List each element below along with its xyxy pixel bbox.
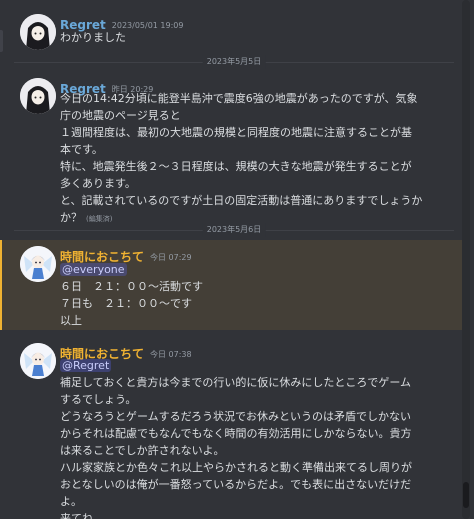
date-divider: 2023年5月6日	[14, 223, 454, 237]
message-line: 多くあります。	[60, 177, 136, 190]
message-line: ６日 ２１：００～活動です	[60, 280, 203, 293]
message-line: するでしょう。	[60, 393, 137, 406]
edited-label: (編集済)	[86, 215, 113, 223]
message-line: は来ることでしか許されないよ。	[60, 444, 225, 457]
avatar-fairy-icon	[20, 246, 56, 282]
message-line: １週間程度は、最初の大地震の規模と同程度の地震に注意することが基	[60, 126, 412, 139]
message-line: 以上	[60, 314, 82, 327]
avatar-regret[interactable]	[20, 78, 56, 114]
avatar-anime-girl-icon	[20, 78, 56, 114]
message-line: 来てね。	[60, 512, 104, 519]
scrollbar-thumb[interactable]	[463, 482, 469, 508]
message-line: @everyone	[60, 261, 460, 278]
avatar-anime-girl-icon	[20, 14, 56, 50]
avatar-regret[interactable]	[20, 14, 56, 50]
date-divider: 2023年5月5日	[14, 55, 454, 69]
message-line: 本です。	[60, 143, 103, 156]
scrollbar-track[interactable]	[462, 0, 470, 519]
avatar-fairy-icon	[20, 343, 56, 379]
message-4[interactable]: 時間におこちて 今日 07:38 @Regret 補足しておくと貴方は今までの行い…	[0, 343, 462, 519]
message-line: ７日も ２１：００～です	[60, 297, 192, 310]
message-content: わかりました	[60, 29, 460, 46]
message-line: おとなしいのは俺が一番怒っているからだよ。でも表に出さないだけだ	[60, 478, 412, 491]
date-divider-label: 2023年5月6日	[202, 223, 266, 237]
date-divider-label: 2023年5月5日	[202, 55, 266, 69]
mention-regret[interactable]: @Regret	[60, 359, 112, 372]
message-content: @Regret 補足しておくと貴方は今までの行い的に仮に休みにしたところでゲーム…	[60, 357, 460, 519]
chat-scroll-area[interactable]: Regret 2023/05/01 19:09 わかりました 2023年5月5日 …	[0, 0, 474, 519]
message-line: ハル家家族とか色々これ以上やらかされると動く準備出来てるし周りが	[60, 461, 412, 474]
mention-everyone[interactable]: @everyone	[60, 263, 127, 276]
message-line: わかりました	[60, 31, 126, 44]
message-1[interactable]: Regret 2023/05/01 19:09 わかりました	[0, 14, 462, 54]
message-content: 今日の14:42分頃に能登半島沖で震度6強の地震があったのですが、気象 庁の地震…	[60, 90, 460, 228]
message-3[interactable]: 時間におこちて 今日 07:29 @everyone ６日 ２１：００～活動です …	[0, 246, 462, 330]
message-line: 特に、地震発生後２～３日程度は、規模の大きな地震が発生することが	[60, 160, 412, 173]
message-line: からそれは配慮でもなんでもなく時間の有効活用にしかならない。貴方	[60, 427, 412, 440]
avatar-kochi[interactable]	[20, 343, 56, 379]
message-line: どうなろうとゲームするだろう状況でお休みというのは矛盾でしかない	[60, 410, 412, 423]
message-line: 庁の地震のページ見ると	[60, 109, 181, 122]
message-line: 補足しておくと貴方は今までの行い的に仮に休みにしたところでゲーム	[60, 376, 412, 389]
message-content: @everyone ６日 ２１：００～活動です ７日も ２１：００～です 以上	[60, 261, 460, 329]
avatar-kochi[interactable]	[20, 246, 56, 282]
message-2[interactable]: Regret 昨日 20:29 今日の14:42分頃に能登半島沖で震度6強の地震が…	[0, 78, 462, 224]
message-line: 今日の14:42分頃に能登半島沖で震度6強の地震があったのですが、気象	[60, 92, 418, 105]
message-line: よ。	[60, 495, 82, 508]
message-line: と、記載されているのですが土日の固定活動は普通にありますでしょうか	[60, 194, 423, 207]
message-line: @Regret	[60, 357, 460, 374]
